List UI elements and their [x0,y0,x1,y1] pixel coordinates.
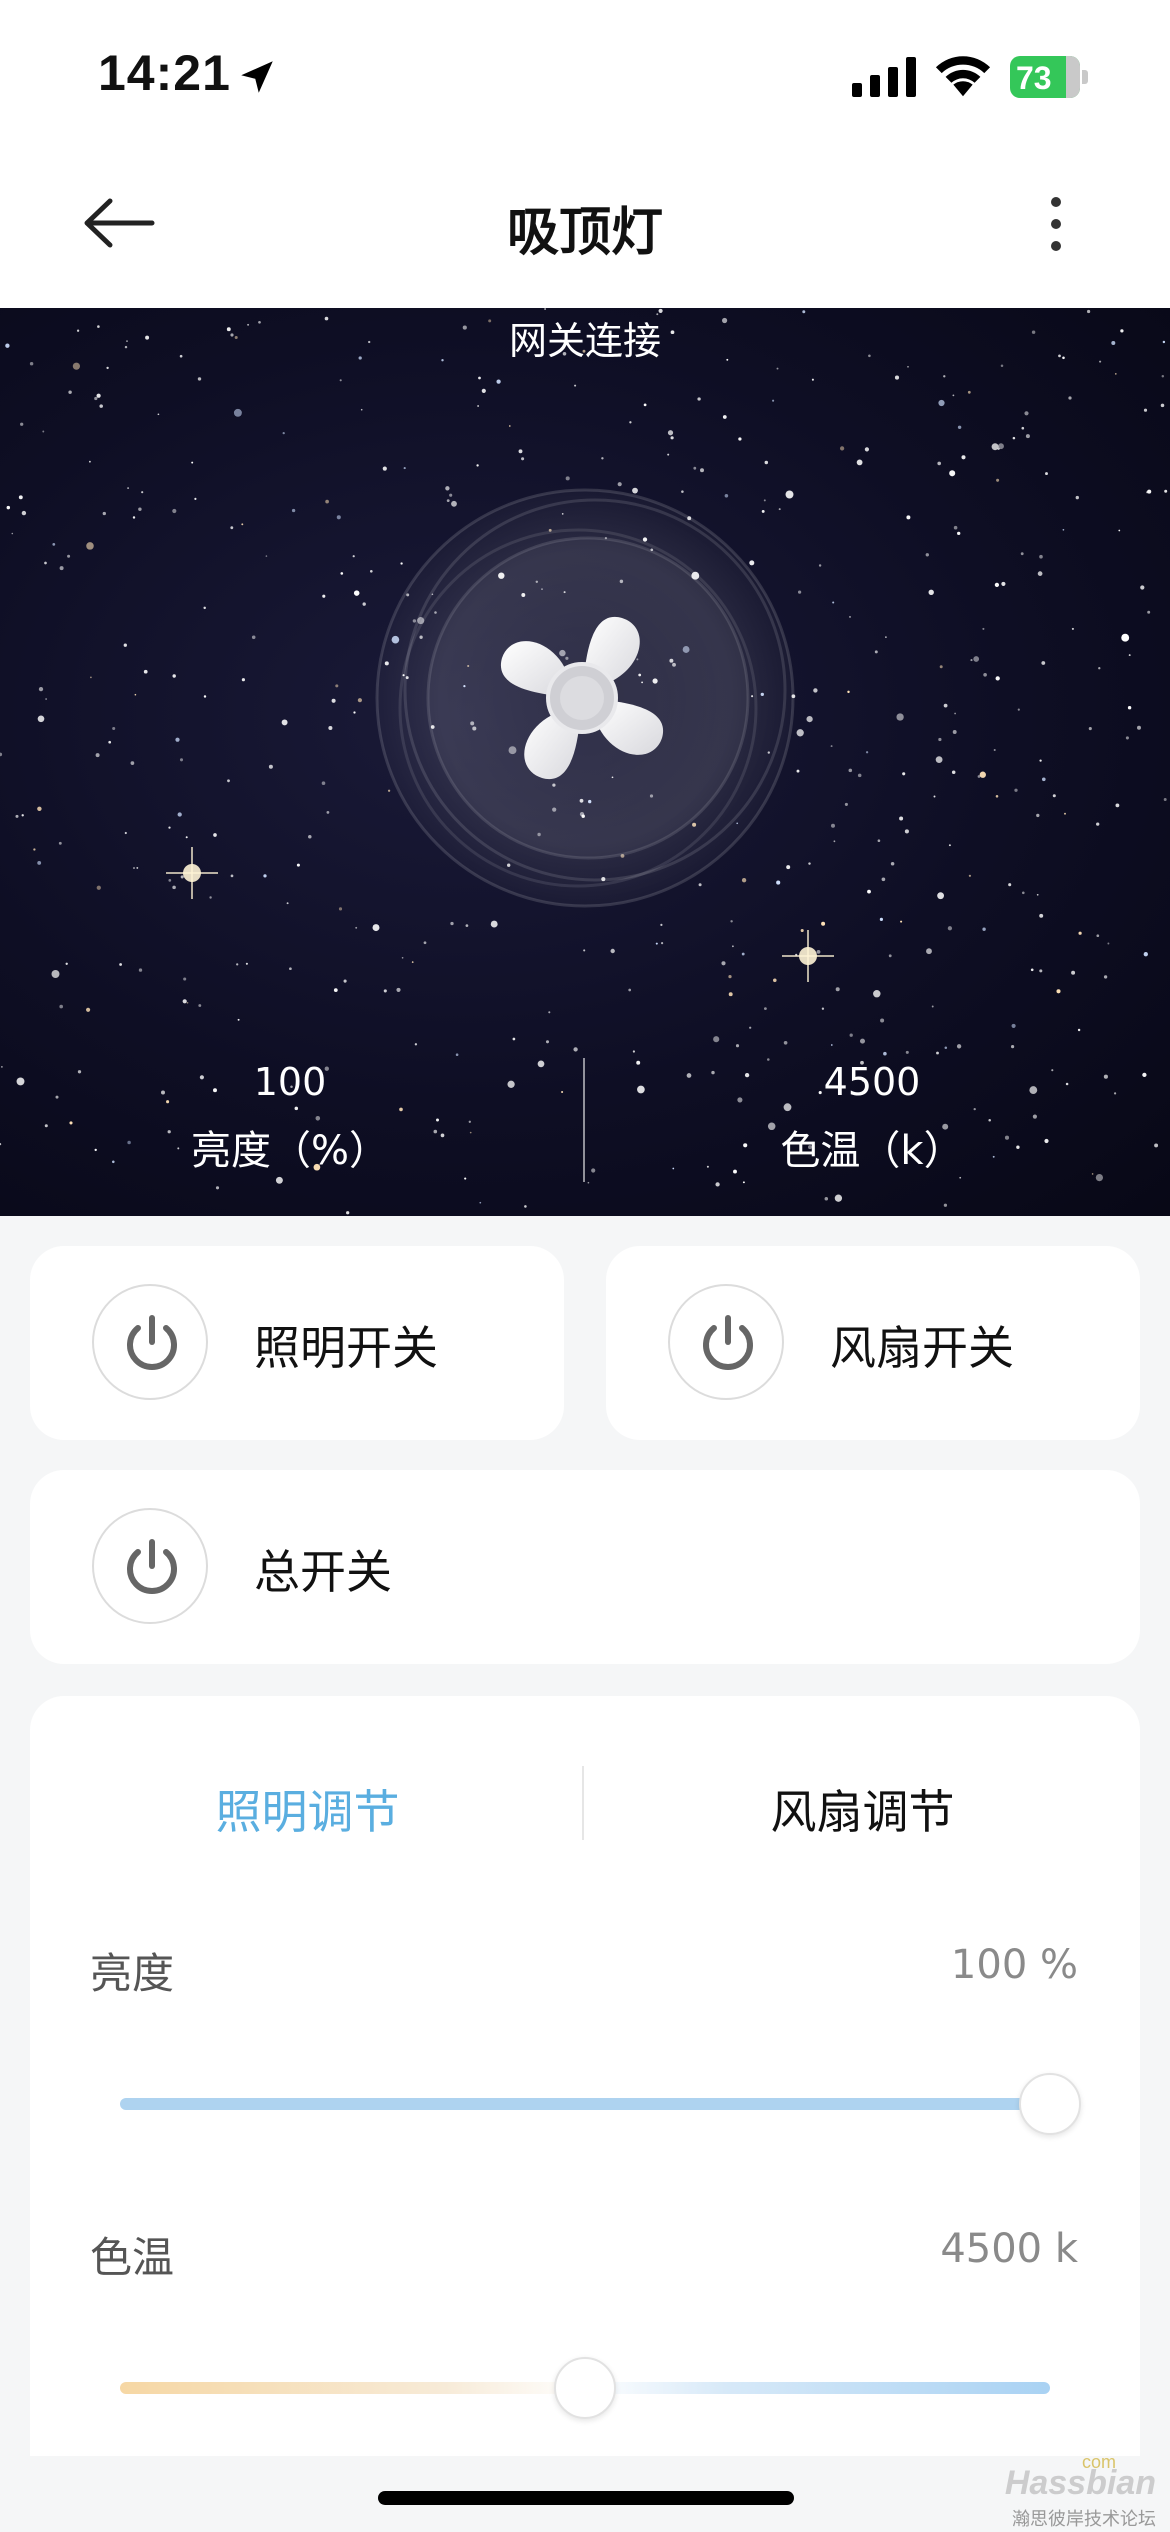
watermark-logo: com Hassbian 瀚思彼岸技术论坛 [1004,2452,1156,2531]
fan-icon[interactable] [340,458,830,938]
light-switch-label: 照明开关 [254,1321,438,1375]
home-indicator [378,2491,794,2505]
watermark-com: com [1081,2452,1116,2472]
fan-switch-card[interactable]: 风扇开关 [606,1246,1140,1440]
color-temp-stat-value: 4500 [823,1060,921,1104]
app-header: 吸顶灯 [0,150,1170,308]
power-icon [127,1539,177,1594]
location-arrow-icon [241,61,273,93]
battery-level: 73 [1016,60,1052,96]
light-power-button[interactable] [92,1284,208,1400]
more-vertical-icon[interactable] [1046,194,1066,254]
color-temp-stat: 4500 色温（k） [672,1060,1072,1176]
tab-light-adjust[interactable]: 照明调节 [30,1776,585,1842]
page-title: 吸顶灯 [506,203,663,263]
device-hero: 网关连接 100 亮度（%） 4500 色温（k） [0,308,1170,1216]
stat-divider [583,1058,585,1182]
master-switch-label: 总开关 [254,1545,392,1599]
color-temp-slider-thumb[interactable] [554,2357,616,2419]
master-power-button[interactable] [92,1508,208,1624]
adjust-panel: 照明调节 风扇调节 亮度 100 % 色温 4500 k [30,1696,1140,2456]
power-icon [127,1315,177,1370]
tab-fan-adjust[interactable]: 风扇调节 [585,1776,1140,1842]
color-temp-value: 4500 k [940,2226,1078,2272]
battery-charging-icon: 73 [1010,56,1088,98]
brightness-label: 亮度 [90,1949,175,1998]
watermark-subtitle: 瀚思彼岸技术论坛 [1012,2509,1156,2530]
color-temp-label: 色温 [90,2233,175,2282]
light-switch-card[interactable]: 照明开关 [30,1246,564,1440]
fan-power-button[interactable] [668,1284,784,1400]
gateway-status: 网关连接 [508,319,661,363]
master-switch-card[interactable]: 总开关 [30,1470,1140,1664]
cellular-signal-icon [852,57,916,97]
brightness-slider-thumb[interactable] [1019,2073,1081,2135]
brightness-slider-track[interactable] [120,2098,1050,2110]
brightness-stat-label: 亮度（%） [190,1128,389,1174]
brightness-stat-value: 100 [253,1060,327,1104]
power-icon [703,1315,753,1370]
tab-divider [582,1766,584,1840]
brightness-value: 100 % [950,1942,1078,1988]
fan-switch-label: 风扇开关 [830,1321,1014,1375]
brightness-stat: 100 亮度（%） [90,1060,490,1176]
watermark-brand: Hassbian [1004,2464,1156,2502]
status-time: 14:21 [98,45,231,101]
status-bar: 14:21 73 [0,0,1170,150]
color-temp-stat-label: 色温（k） [780,1128,964,1174]
wifi-icon [935,56,991,97]
